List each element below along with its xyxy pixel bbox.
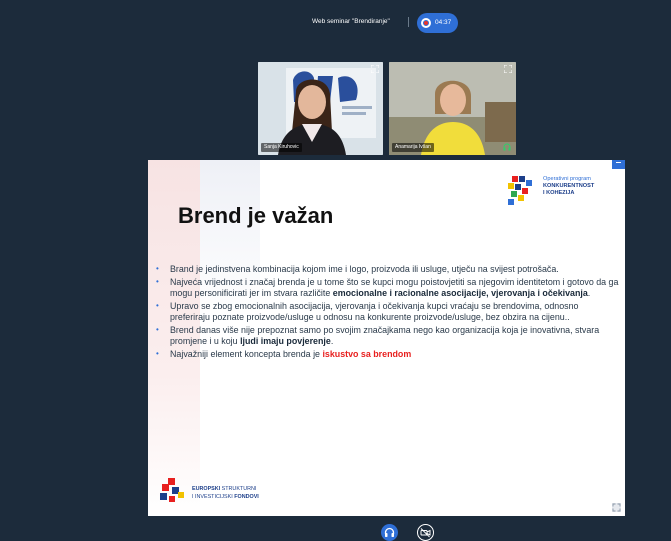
- headphones-icon: [503, 143, 511, 151]
- bullet-bold-text: ljudi imaju povjerenje: [240, 335, 331, 346]
- headphones-icon: [384, 527, 395, 537]
- record-icon: [421, 18, 431, 28]
- bullet-text: .: [330, 335, 334, 346]
- op-logo-line1: Operativni program: [543, 176, 591, 182]
- participant-tile-2[interactable]: Anamarija Ivšan: [389, 62, 516, 155]
- op-logo-mark: [508, 176, 532, 205]
- eu-logo-mark: [160, 478, 184, 502]
- op-logo-text: Operativni program KONKURENTNOST I KOHEZ…: [543, 176, 594, 197]
- bullet-text: Upravo se zbog emocionalnih asocijacija,…: [170, 301, 579, 322]
- expand-icon[interactable]: [504, 65, 512, 73]
- shared-presentation-slide: Operativni program KONKURENTNOST I KOHEZ…: [148, 160, 625, 516]
- participant-name-2: Anamarija Ivšan: [392, 143, 434, 152]
- bullet-item: • Upravo se zbog emocionalnih asocijacija…: [156, 301, 579, 322]
- topbar-divider: [408, 17, 409, 27]
- slide-bullet-list: • Brand je jedinstvena kombinacija kojom …: [154, 264, 620, 362]
- participant-video-1: [258, 62, 383, 155]
- recording-time: 04:37: [435, 19, 452, 26]
- op-konkurentnost-logo: Operativni program KONKURENTNOST I KOHEZ…: [508, 176, 618, 206]
- bullet-item: • Brend danas više nije prepoznat samo po…: [156, 325, 600, 346]
- bullet-item: • Najveća vrijednost i značaj brenda je u…: [156, 277, 619, 298]
- bullet-bold-text: emocionalne i racionalne asocijacije, vj…: [332, 287, 588, 298]
- expand-icon[interactable]: [371, 65, 379, 73]
- camera-toggle-button[interactable]: [417, 524, 434, 541]
- eu-logo-line1: EUROPSKI STRUKTURNI: [192, 486, 257, 492]
- bullet-item: • Najvažniji element koncepta brenda je i…: [156, 348, 412, 359]
- call-controls: [0, 524, 671, 541]
- eu-logo-line2: I INVESTICIJSKI FONDOVI: [192, 493, 259, 500]
- slide-minimize-button[interactable]: [612, 160, 625, 169]
- bullet-text: Najvažniji element koncepta brenda je: [170, 348, 323, 359]
- meeting-title: Web seminar "Brendiranje": [312, 18, 390, 25]
- participant-name-1: Sanja Kiruhovic: [261, 143, 302, 152]
- eu-funds-logo: EUROPSKI STRUKTURNI I INVESTICIJSKI FOND…: [160, 478, 290, 508]
- bullet-text: .: [587, 287, 591, 298]
- bullet-highlight-text: iskustvo sa brendom: [322, 348, 412, 359]
- slide-title: Brend je važan: [178, 203, 334, 228]
- recording-indicator[interactable]: 04:37: [417, 13, 458, 33]
- eu-logo-text: EUROPSKI STRUKTURNI I INVESTICIJSKI FOND…: [192, 486, 259, 501]
- bullet-text: Brend danas više nije prepoznat samo po …: [170, 325, 600, 346]
- bullet-item: • Brand je jedinstvena kombinacija kojom …: [156, 264, 559, 274]
- bullet-text: Brand je jedinstvena kombinacija kojom i…: [170, 264, 559, 274]
- meeting-topbar: Web seminar "Brendiranje" 04:37: [0, 12, 671, 34]
- participant-video-2: [389, 62, 516, 155]
- op-logo-line2: KONKURENTNOST: [543, 183, 595, 189]
- audio-button[interactable]: [381, 524, 398, 541]
- participant-tile-1[interactable]: Sanja Kiruhovic: [258, 62, 383, 155]
- camera-off-icon: [420, 527, 430, 537]
- op-logo-line3: I KOHEZIJA: [543, 190, 575, 196]
- expand-icon[interactable]: [612, 503, 621, 512]
